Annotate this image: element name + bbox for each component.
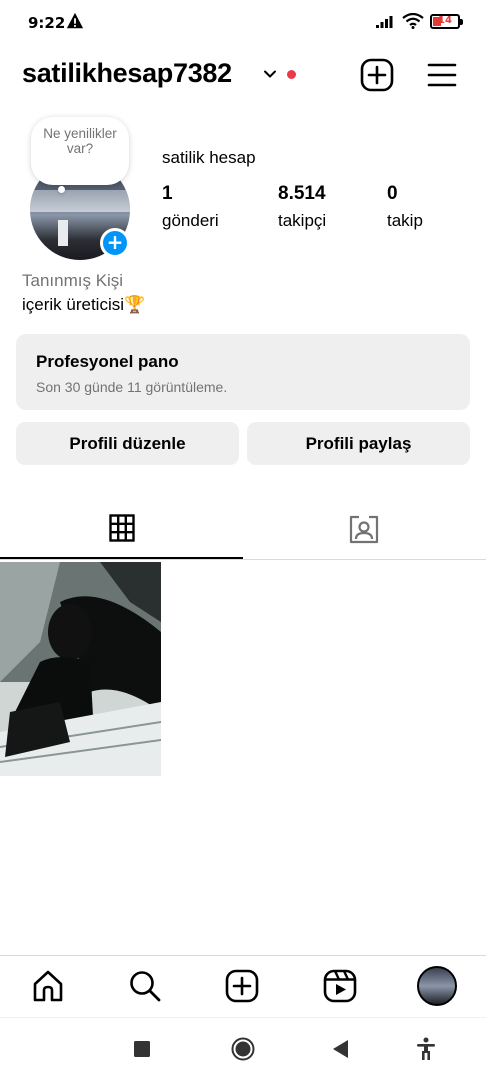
dashboard-subtitle: Son 30 günde 11 görüntüleme. [36, 379, 228, 395]
category-label: Tanınmış Kişi [22, 271, 124, 290]
tab-grid[interactable] [0, 500, 243, 558]
posts-label: gönderi [162, 211, 219, 230]
followers-label: takipçi [278, 211, 327, 230]
signal-icon [376, 16, 393, 28]
system-navigation [0, 1017, 486, 1080]
battery-level: 14 [438, 14, 452, 26]
chevron-down-icon[interactable] [262, 66, 278, 82]
status-icons: 14 [376, 13, 463, 29]
profile-avatar[interactable] [417, 966, 457, 1006]
notification-dot [287, 70, 296, 79]
reels-icon[interactable] [322, 968, 358, 1004]
following-stat[interactable]: 0 takip [387, 183, 423, 231]
status-bar: 9:22 14 [0, 0, 486, 44]
dashboard-title: Profesyonel pano [36, 352, 179, 371]
professional-dashboard[interactable]: Profesyonel pano Son 30 günde 11 görüntü… [16, 334, 470, 410]
menu-icon[interactable] [426, 60, 458, 90]
bio-text: içerik üreticisi🏆 [22, 295, 146, 314]
add-story-icon[interactable]: + [100, 228, 130, 258]
profile-header: satilikhesap7382 [0, 52, 486, 100]
wifi-icon [402, 13, 424, 29]
post-image [0, 562, 161, 776]
posts-stat[interactable]: 1 gönderi [162, 183, 219, 231]
search-icon[interactable] [127, 968, 163, 1004]
recents-icon[interactable] [134, 1041, 150, 1057]
tagged-icon [349, 515, 379, 544]
new-post-icon[interactable] [360, 58, 394, 92]
home-circle-icon[interactable] [231, 1037, 255, 1061]
bottom-navigation [0, 955, 486, 1017]
share-profile-button[interactable]: Profili paylaş [247, 422, 470, 465]
followers-count: 8.514 [278, 183, 326, 204]
followers-stat[interactable]: 8.514 takipçi [278, 183, 326, 231]
grid-icon [109, 514, 135, 542]
posts-count: 1 [162, 183, 173, 204]
edit-profile-button[interactable]: Profili düzenle [16, 422, 239, 465]
warning-icon [66, 12, 84, 29]
note-tail [58, 186, 65, 193]
status-time: 9:22 [28, 14, 66, 32]
username-switcher[interactable]: satilikhesap7382 [22, 58, 232, 89]
tab-divider [0, 559, 486, 560]
display-name: satilik hesap [162, 148, 256, 167]
following-label: takip [387, 211, 423, 230]
create-icon[interactable] [224, 968, 260, 1004]
back-icon[interactable] [333, 1040, 349, 1058]
battery-icon: 14 [430, 13, 463, 29]
tab-tagged[interactable] [243, 500, 486, 558]
following-count: 0 [387, 183, 398, 204]
home-icon[interactable] [30, 968, 66, 1004]
accessibility-icon[interactable] [416, 1037, 436, 1061]
post-thumbnail[interactable] [0, 562, 161, 776]
note-bubble[interactable]: Ne yenilikler var? [31, 117, 129, 185]
